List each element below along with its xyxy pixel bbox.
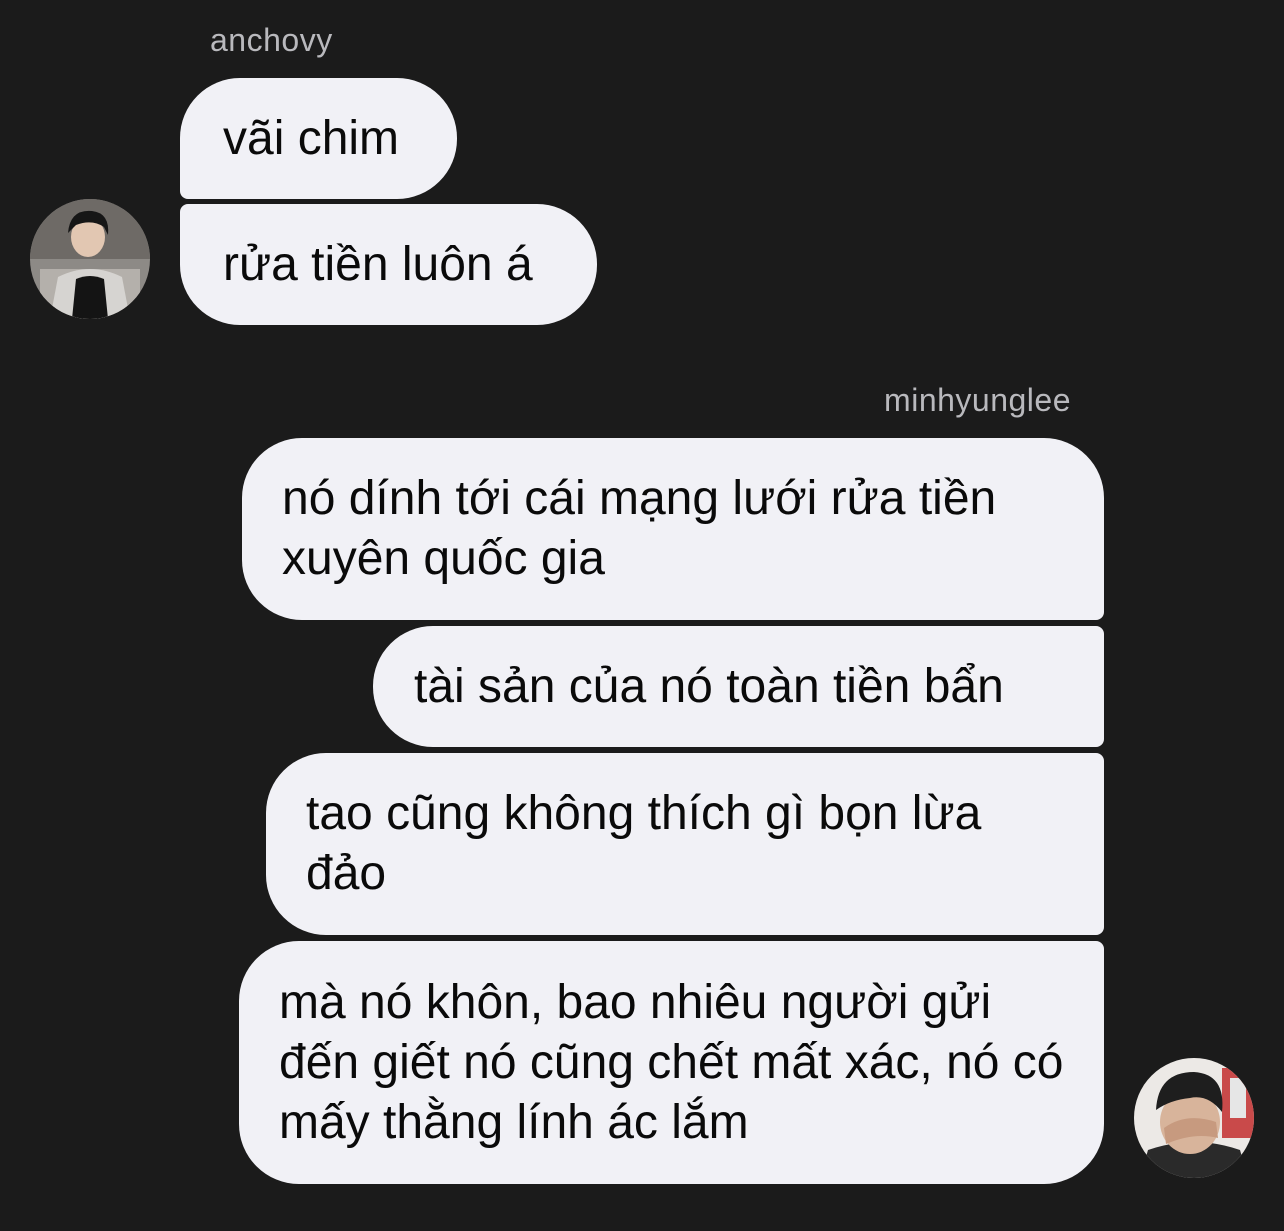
incoming-message-bubble[interactable]: vãi chim (180, 78, 457, 199)
outgoing-sender-label: minhyunglee (884, 382, 1071, 418)
minhyunglee-avatar[interactable] (1134, 1058, 1254, 1178)
avatar-photo-icon (30, 199, 150, 319)
message-text: mà nó khôn, bao nhiêu người gửi đến giết… (279, 975, 1064, 1149)
incoming-sender-label: anchovy (210, 22, 333, 58)
message-text: nó dính tới cái mạng lưới rửa tiền xuyên… (282, 472, 997, 585)
incoming-message-bubble[interactable]: rửa tiền luôn á (180, 204, 597, 325)
outgoing-message-bubble[interactable]: nó dính tới cái mạng lưới rửa tiền xuyên… (242, 438, 1104, 620)
outgoing-message-bubble[interactable]: tài sản của nó toàn tiền bẩn (373, 626, 1104, 747)
outgoing-message-bubble[interactable]: mà nó khôn, bao nhiêu người gửi đến giết… (239, 941, 1104, 1184)
message-text: tao cũng không thích gì bọn lừa đảo (306, 787, 982, 900)
avatar-photo-icon (1134, 1058, 1254, 1178)
message-text: tài sản của nó toàn tiền bẩn (414, 659, 1004, 713)
anchovy-avatar[interactable] (30, 199, 150, 319)
message-text: vãi chim (223, 111, 400, 165)
message-text: rửa tiền luôn á (223, 237, 533, 291)
outgoing-message-bubble[interactable]: tao cũng không thích gì bọn lừa đảo (266, 753, 1104, 935)
